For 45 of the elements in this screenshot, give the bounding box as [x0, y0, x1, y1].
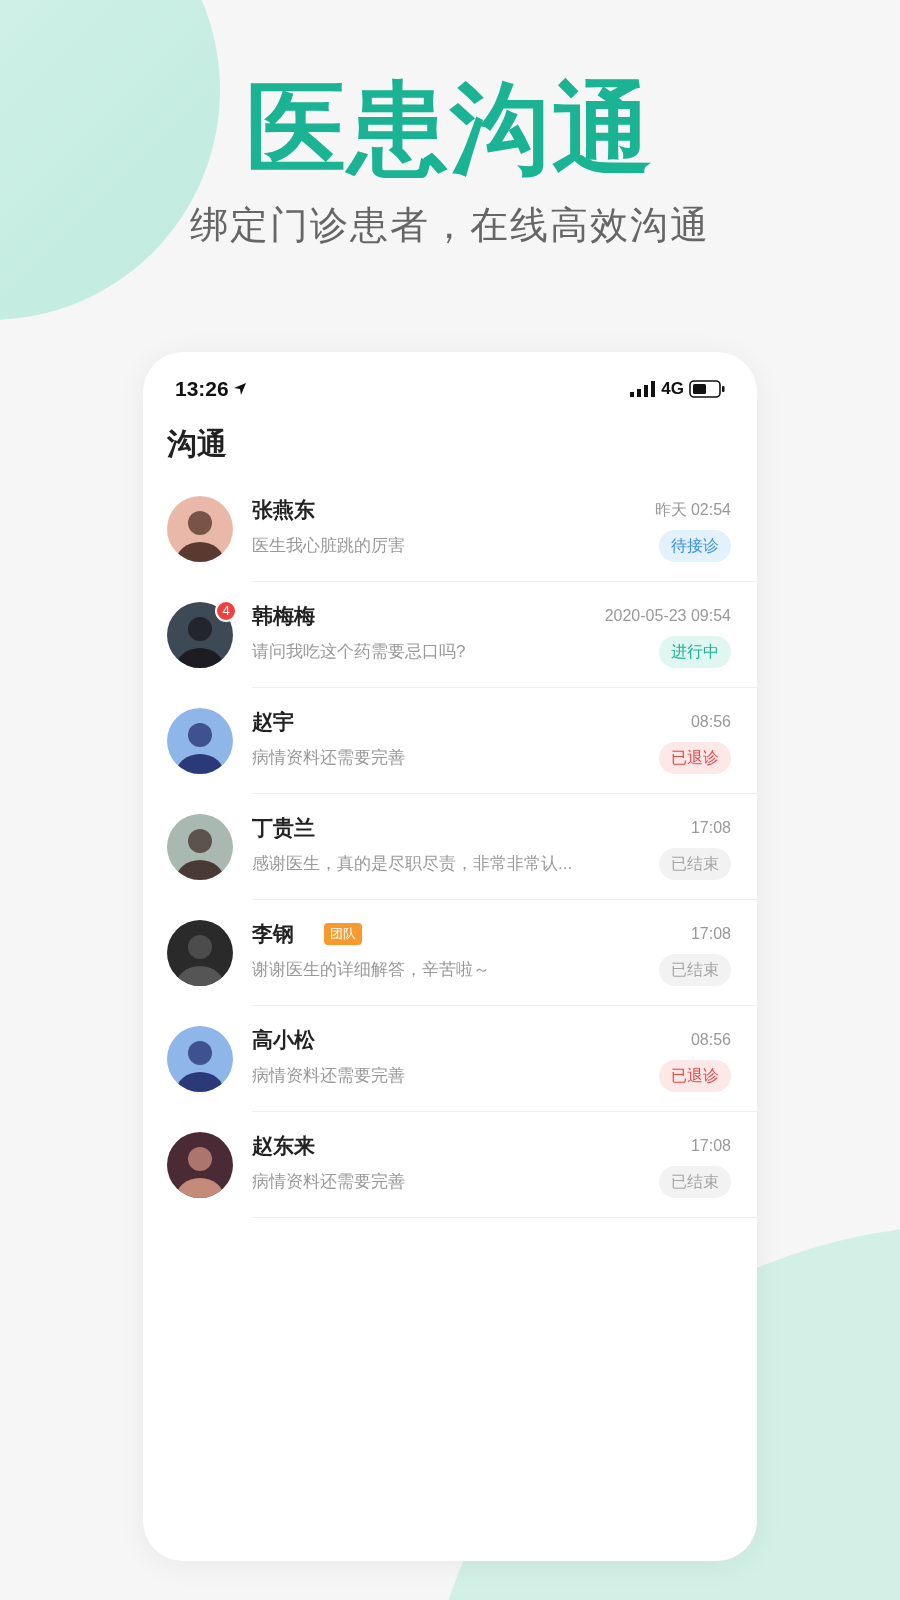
contact-name: 李钢 [252, 920, 294, 947]
conversation-item[interactable]: 丁贵兰 17:08 感谢医生，真的是尽职尽责，非常非常认... 已结束 [143, 794, 757, 900]
headline: 医患沟通 [246, 71, 654, 186]
status-tag: 已结束 [659, 953, 731, 986]
message-time: 2020-05-23 09:54 [604, 605, 731, 626]
message-preview: 医生我心脏跳的厉害 [252, 534, 405, 557]
status-tag: 已结束 [659, 847, 731, 880]
unread-badge: 4 [215, 600, 237, 622]
network-label: 4G [661, 378, 684, 401]
message-time: 17:08 [690, 923, 731, 944]
status-tag: 进行中 [659, 635, 731, 668]
clock: 13:26 [175, 376, 229, 403]
conversation-item[interactable]: 张燕东 昨天 02:54 医生我心脏跳的厉害 待接诊 [143, 476, 757, 582]
message-time: 昨天 02:54 [654, 499, 731, 520]
message-time: 17:08 [690, 1135, 731, 1156]
conversation-item[interactable]: 赵宇 08:56 病情资料还需要完善 已退诊 [143, 688, 757, 794]
message-time: 08:56 [690, 711, 731, 732]
contact-name: 丁贵兰 [252, 814, 315, 841]
conversation-item[interactable]: 赵东来 17:08 病情资料还需要完善 已结束 [143, 1112, 757, 1218]
contact-name: 韩梅梅 [252, 602, 315, 629]
message-preview: 病情资料还需要完善 [252, 1170, 405, 1193]
message-preview: 病情资料还需要完善 [252, 746, 405, 769]
screen-title: 沟通 [166, 426, 228, 462]
conversation-item[interactable]: 高小松 08:56 病情资料还需要完善 已退诊 [143, 1006, 757, 1112]
message-time: 17:08 [690, 817, 731, 838]
message-preview: 请问我吃这个药需要忌口吗? [252, 640, 466, 663]
status-tag: 待接诊 [659, 529, 731, 562]
status-tag: 已结束 [659, 1165, 731, 1198]
team-tag: 团队 [324, 922, 362, 945]
signal-icon [630, 381, 657, 397]
message-preview: 病情资料还需要完善 [252, 1064, 405, 1087]
status-tag: 已退诊 [659, 1059, 731, 1092]
location-arrow-icon [232, 382, 247, 396]
battery-icon [689, 380, 725, 398]
conversation-item[interactable]: 李钢 团队 17:08 谢谢医生的详细解答，辛苦啦～ 已结束 [143, 900, 757, 1006]
conversation-item[interactable]: 4 韩梅梅 2020-05-23 09:54 请问我吃这个药需要忌口吗? 进行中 [143, 582, 757, 688]
status-tag: 已退诊 [659, 741, 731, 774]
contact-name: 高小松 [252, 1026, 315, 1053]
contact-name: 张燕东 [252, 496, 315, 523]
message-preview: 感谢医生，真的是尽职尽责，非常非常认... [252, 852, 573, 875]
subtitle: 绑定门诊患者，在线高效沟通 [190, 203, 710, 248]
contact-name: 赵东来 [252, 1132, 315, 1159]
message-time: 08:56 [690, 1029, 731, 1050]
message-preview: 谢谢医生的详细解答，辛苦啦～ [252, 958, 490, 981]
contact-name: 赵宇 [252, 708, 294, 735]
